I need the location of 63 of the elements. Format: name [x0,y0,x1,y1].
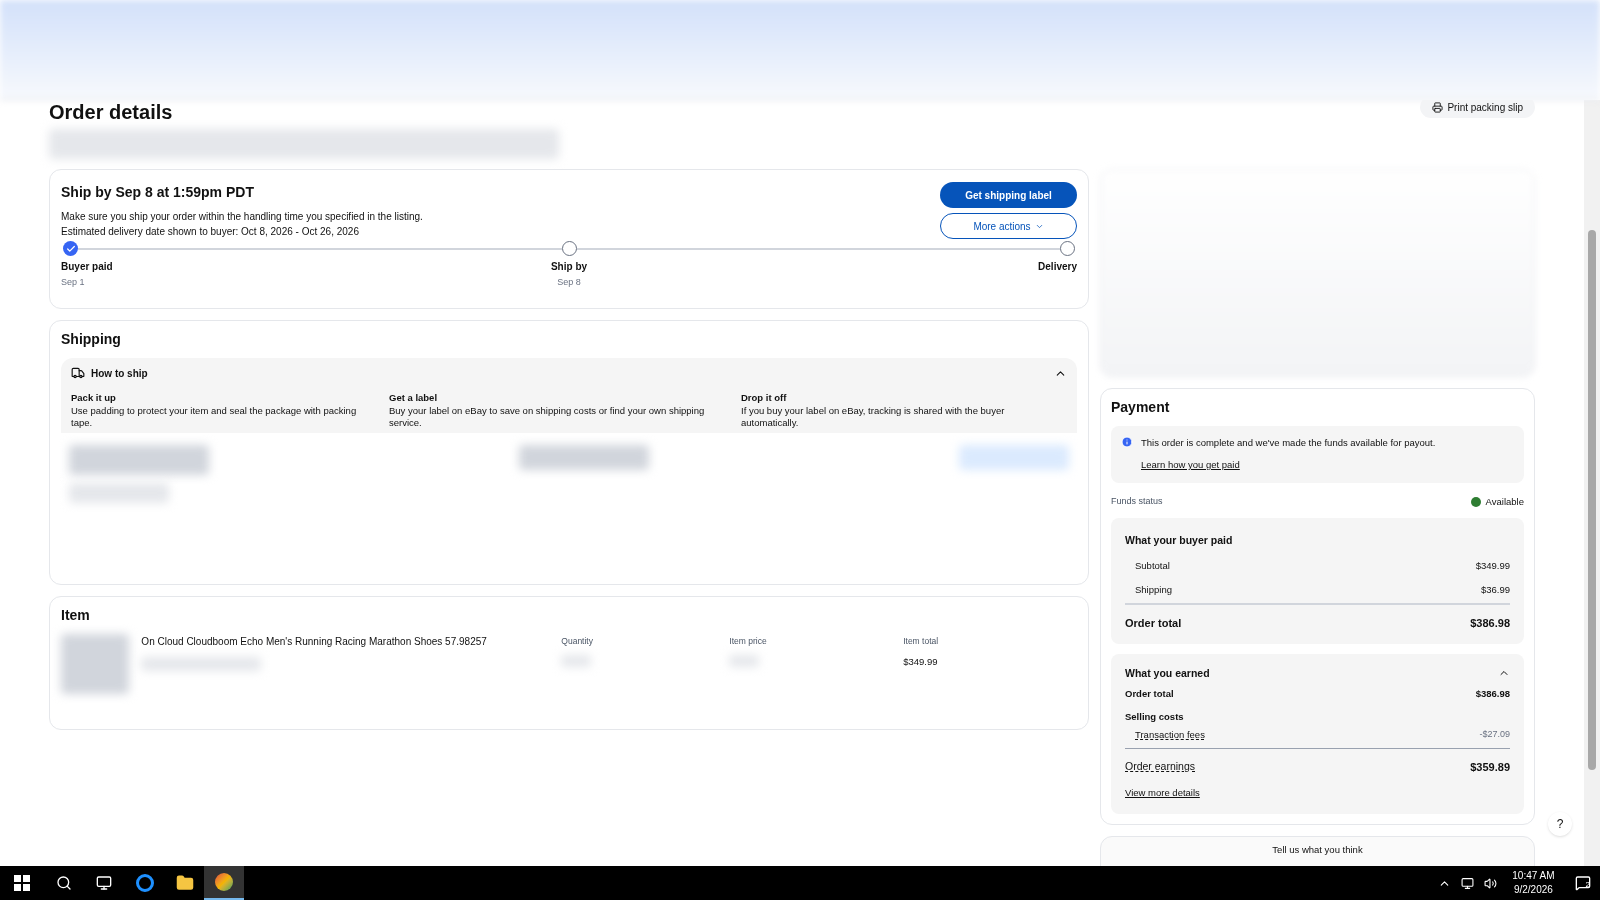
column-header: Item total [903,634,940,648]
clock-time[interactable]: 10:47 AM [1512,869,1555,883]
buyer-paid-title: What your buyer paid [1125,532,1234,548]
how-to-ship-step-title: Drop it off [741,390,788,405]
charge-value: $36.99 [1480,582,1510,597]
charge-label: Subtotal [1135,558,1170,573]
folder-icon[interactable] [176,874,194,892]
how-to-ship-step-title: Pack it up [71,390,117,405]
charge-label: Shipping [1135,582,1172,597]
clock-date[interactable]: 9/2/2026 [1513,883,1553,897]
ship-by-note: Make sure you ship your order within the handling time you specified in the listing. [61,210,423,224]
transaction-fees-value: -$27.09 [1479,727,1510,741]
earned-title: What you earned [1125,665,1210,681]
how-to-ship-title: How to ship [91,366,148,381]
order-total-label: Order total [1125,687,1174,702]
truck-icon [71,366,85,380]
notification-button[interactable]: 2 [1574,875,1590,891]
browser-tab-icon[interactable] [204,866,244,900]
column-header: Quantity [561,634,594,648]
step-label: Delivery [1038,260,1077,274]
step-label: Buyer paid [61,260,113,274]
selling-costs-label: Selling costs [1125,709,1185,724]
how-to-ship-step-text: If you buy your label on eBay, tracking is shared with the buyer automatically. [741,404,1006,429]
help-button[interactable]: ? [1548,812,1572,836]
item-total-value: $349.99 [903,655,939,670]
blurred-region [61,633,130,694]
order-earnings-label: Order earnings [1125,759,1196,774]
how-to-ship-step-text: Use padding to protect your item and seal the package with packing tape. [71,404,358,429]
funds-status: Available [1485,494,1524,509]
step-label: Ship by [550,260,588,274]
get-shipping-label-button[interactable]: Get shipping label [940,182,1077,208]
ship-by-note: Estimated delivery date shown to buyer: Oct 8, 2026 - Oct 26, 2026 [61,225,360,239]
learn-how-link[interactable]: Learn how you get paid [1141,458,1436,473]
order-earnings-value: $359.89 [1470,760,1510,775]
printer-icon [1432,101,1444,113]
how-to-ship-step-text: Buy your label on eBay to save on shipping costs or find your own shipping service. [389,404,706,429]
step-date: Sep 1 [61,276,85,289]
column-header: Item price [729,634,768,648]
payment-title: Payment [1111,398,1171,417]
funds-status-label: Funds status [1111,494,1163,508]
page-title: Order details [49,100,174,125]
item-title: Item [61,605,91,625]
speaker-icon[interactable] [1484,876,1498,890]
charge-value: $349.99 [1475,558,1510,573]
windows-logo-icon [14,875,30,891]
how-to-ship-step-title: Get a label [389,390,439,405]
feedback-bar[interactable]: Tell us what you think [1100,835,1535,866]
search-icon[interactable] [56,875,72,891]
item-name: On Cloud Cloudboom Echo Men's Running Racing Marathon Shoes 57.98257 [141,634,488,649]
notification-count: 2 [1585,879,1590,891]
print-packing-slip-button[interactable]: Print packing slip [1420,100,1535,118]
order-total-value: $386.98 [1475,687,1510,702]
info-icon [1121,436,1133,448]
ship-by-title: Ship by Sep 8 at 1:59pm PDT [61,183,255,202]
shipping-title: Shipping [61,329,122,349]
transaction-fees-label: Transaction fees [1135,727,1205,742]
scrollbar[interactable] [1584,100,1600,866]
order-total-value: $386.98 [1470,616,1510,631]
order-total-label: Order total [1125,616,1182,631]
step-date: Sep 8 [557,276,581,289]
notice-text: This order is complete and we've made the funds available for payout. [1141,436,1436,450]
browser-globe-icon[interactable] [136,874,154,892]
view-more-details-link[interactable]: View more details [1125,785,1510,800]
